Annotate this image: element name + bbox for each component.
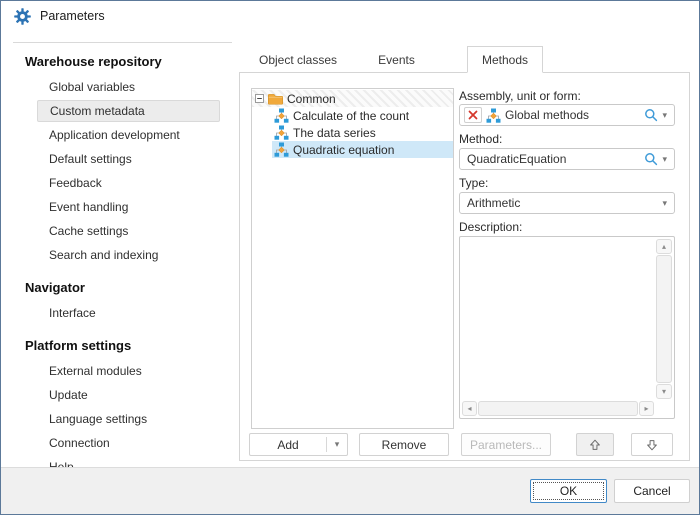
scroll-left-icon[interactable]: ◂ [462, 401, 477, 416]
add-button-label: Add [250, 438, 326, 452]
sidebar-item-update[interactable]: Update [1, 383, 239, 407]
tab-methods[interactable]: Methods [467, 46, 543, 73]
method-flowchart-icon [486, 108, 501, 123]
add-button[interactable]: Add ▾ [249, 433, 348, 456]
sidebar-header-navigator: Navigator [1, 275, 239, 301]
caret-down-icon[interactable]: ▾ [662, 155, 667, 164]
tree-item-label: Quadratic equation [293, 143, 394, 157]
method-flowchart-icon [274, 125, 289, 140]
title-bar: Parameters [1, 1, 699, 31]
sidebar-list: Warehouse repository Global variables Cu… [1, 49, 239, 479]
sidebar-item-feedback[interactable]: Feedback [1, 171, 239, 195]
collapse-expander-icon[interactable] [255, 94, 264, 103]
description-input[interactable]: ▴ ▾ ◂ ▸ [459, 236, 675, 419]
window-title: Parameters [40, 9, 105, 23]
add-dropdown-button[interactable]: ▾ [327, 440, 347, 449]
vertical-scrollbar-thumb[interactable] [656, 255, 672, 383]
tab-events[interactable]: Events [348, 48, 445, 72]
method-label: Method: [459, 132, 675, 146]
folder-icon [268, 93, 283, 105]
move-down-button[interactable] [631, 433, 673, 456]
methods-tree: Common Calculate of the count [251, 88, 454, 429]
arrow-down-icon [645, 438, 659, 452]
parameters-button[interactable]: Parameters... [461, 433, 551, 456]
caret-down-icon[interactable]: ▾ [662, 111, 667, 120]
move-up-button[interactable] [576, 433, 614, 456]
dialog-footer: OK Cancel [1, 467, 699, 514]
method-combo[interactable]: QuadraticEquation ▾ [459, 148, 675, 170]
tree-item-label: The data series [293, 126, 376, 140]
sidebar: Warehouse repository Global variables Cu… [1, 31, 239, 467]
magnifier-icon[interactable] [644, 108, 658, 122]
tree-item-the-data-series[interactable]: The data series [252, 124, 453, 141]
clear-red-x-icon[interactable] [464, 107, 482, 123]
sidebar-item-language-settings[interactable]: Language settings [1, 407, 239, 431]
vertical-scrollbar[interactable]: ▴ ▾ [656, 239, 672, 399]
sidebar-item-custom-metadata[interactable]: Custom metadata [37, 100, 220, 122]
ok-button[interactable]: OK [530, 479, 607, 503]
sidebar-divider [13, 42, 232, 43]
assembly-combo[interactable]: Global methods ▾ [459, 104, 675, 126]
sidebar-header-warehouse-repository: Warehouse repository [1, 49, 239, 75]
method-form: Assembly, unit or form: Glo [459, 89, 675, 419]
method-flowchart-icon [274, 108, 289, 123]
cancel-button[interactable]: Cancel [614, 479, 690, 503]
caret-down-icon: ▾ [335, 440, 340, 449]
caret-down-icon[interactable]: ▾ [662, 199, 667, 208]
tab-strip: Object classes Events Methods [239, 41, 688, 72]
method-value: QuadraticEquation [464, 152, 566, 166]
scroll-down-icon[interactable]: ▾ [656, 384, 672, 399]
horizontal-scrollbar[interactable]: ◂ ▸ [462, 401, 654, 416]
sidebar-item-application-development[interactable]: Application development [1, 123, 239, 147]
type-value: Arithmetic [464, 196, 520, 210]
scroll-up-icon[interactable]: ▴ [656, 239, 672, 254]
assembly-value: Global methods [505, 108, 589, 122]
sidebar-item-interface[interactable]: Interface [1, 301, 239, 325]
gear-icon [14, 8, 31, 25]
parameters-dialog: Parameters Warehouse repository Global v… [0, 0, 700, 515]
sidebar-item-external-modules[interactable]: External modules [1, 359, 239, 383]
magnifier-icon[interactable] [644, 152, 658, 166]
method-flowchart-icon [274, 142, 289, 157]
sidebar-item-search-and-indexing[interactable]: Search and indexing [1, 243, 239, 267]
assembly-label: Assembly, unit or form: [459, 89, 675, 103]
sidebar-item-event-handling[interactable]: Event handling [1, 195, 239, 219]
arrow-up-icon [588, 438, 602, 452]
sidebar-item-cache-settings[interactable]: Cache settings [1, 219, 239, 243]
tree-item-label: Calculate of the count [293, 109, 409, 123]
tree-item-quadratic-equation[interactable]: Quadratic equation [252, 141, 453, 158]
type-label: Type: [459, 176, 675, 190]
sidebar-header-platform-settings: Platform settings [1, 333, 239, 359]
tree-node-label: Common [287, 92, 336, 106]
methods-tab-page: Common Calculate of the count [239, 72, 690, 461]
remove-button[interactable]: Remove [359, 433, 449, 456]
tree-node-common[interactable]: Common [252, 90, 453, 107]
scroll-right-icon[interactable]: ▸ [639, 401, 654, 416]
description-label: Description: [459, 220, 675, 234]
sidebar-item-default-settings[interactable]: Default settings [1, 147, 239, 171]
tab-object-classes[interactable]: Object classes [248, 48, 348, 72]
sidebar-item-connection[interactable]: Connection [1, 431, 239, 455]
tree-item-calculate-of-the-count[interactable]: Calculate of the count [252, 107, 453, 124]
type-combo[interactable]: Arithmetic ▾ [459, 192, 675, 214]
sidebar-item-global-variables[interactable]: Global variables [1, 75, 239, 99]
horizontal-scrollbar-thumb[interactable] [478, 401, 638, 416]
